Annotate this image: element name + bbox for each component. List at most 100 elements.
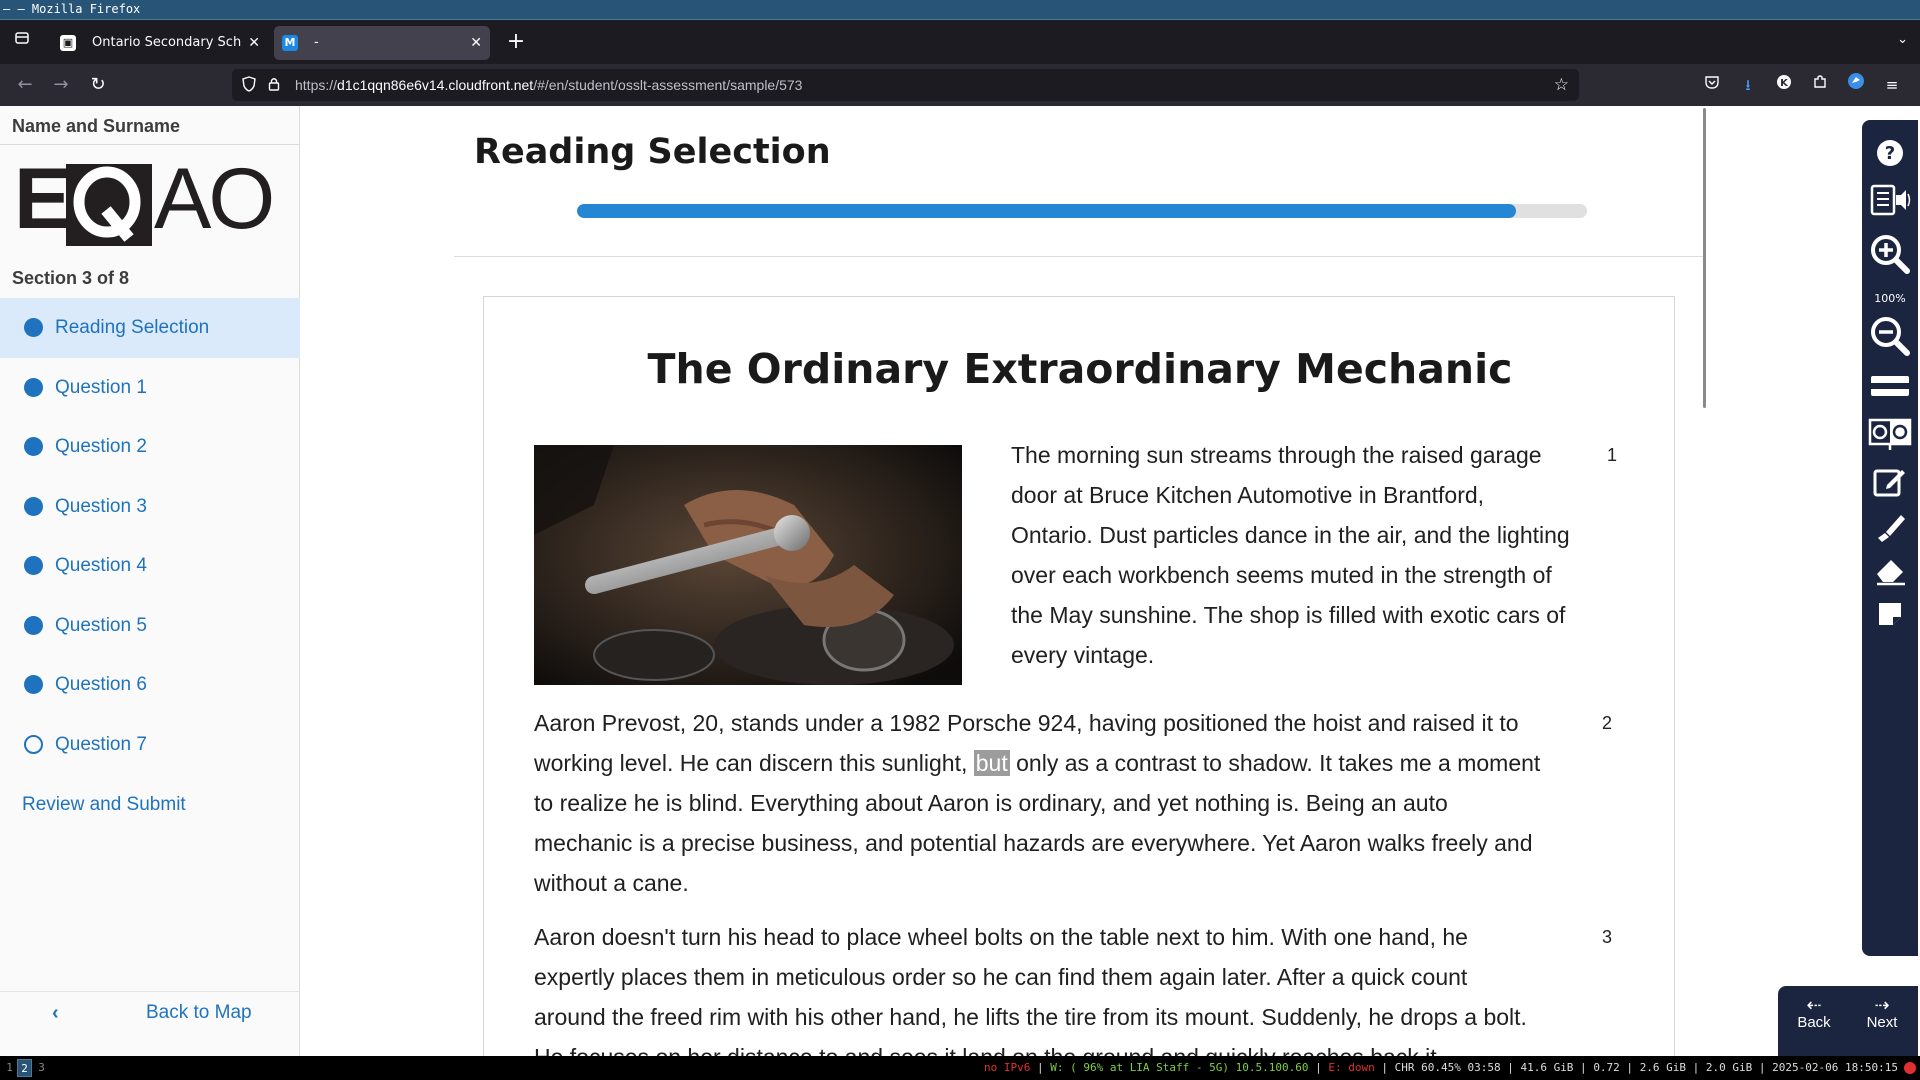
sidebar-item-label: Question 7 [55, 733, 147, 755]
firefox-view-icon[interactable] [8, 30, 36, 54]
sidebar-item-reading-selection[interactable]: Reading Selection [0, 298, 300, 358]
workspace-button[interactable]: 1 [2, 1059, 17, 1077]
bookmark-star-icon[interactable]: ☆ [1554, 75, 1569, 95]
back-button-label: Back [1797, 1014, 1831, 1031]
sidebar-item-question-3[interactable]: Question 3 [0, 477, 300, 537]
zoom-in-icon[interactable] [1862, 234, 1918, 274]
chevron-left-icon: ‹ [52, 1002, 59, 1024]
tab-title: - [314, 35, 319, 50]
progress-fill [577, 204, 1517, 218]
menu-hamburger-icon[interactable]: ≡ [1880, 72, 1904, 98]
tray-status-icon[interactable] [1904, 1062, 1916, 1074]
paragraph-1: The morning sun streams through the rais… [1011, 442, 1570, 668]
eqao-logo: E AO [14, 151, 284, 250]
battery-status: CHR 60.45% 03:58 [1394, 1061, 1501, 1074]
reload-icon[interactable]: ↻ [85, 73, 111, 97]
zoom-level: 100% [1874, 292, 1906, 305]
help-icon[interactable]: ? [1862, 138, 1918, 168]
window-title-bar: – – Mozilla Firefox [0, 0, 1920, 20]
completed-dot-icon [24, 556, 43, 575]
page-title: Reading Selection [474, 132, 831, 172]
sidebar-item-question-1[interactable]: Question 1 [0, 358, 300, 418]
accessibility-toolbar: ? 100% [1862, 120, 1918, 956]
line-reader-icon[interactable] [1862, 374, 1918, 398]
sticky-note-icon[interactable] [1862, 600, 1918, 628]
back-button[interactable]: ⇠ Back [1784, 996, 1844, 1031]
article-title: The Ordinary Extraordinary Mechanic [647, 345, 1513, 393]
completed-dot-icon [24, 615, 43, 635]
text-to-speech-icon[interactable] [1862, 182, 1918, 218]
paragraph-3: Aaron doesn't turn his head to place whe… [534, 924, 1527, 1070]
sidebar-item-label: Question 1 [55, 376, 147, 398]
notepad-icon[interactable] [1862, 466, 1918, 498]
zoom-out-icon[interactable] [1862, 316, 1918, 356]
section-nav-list: Reading Selection Question 1 Question 2 … [0, 298, 300, 774]
browser-tab-osslt[interactable]: ▣ Ontario Secondary School ✕ [52, 26, 268, 60]
clock: 2025-02-06 18:50:15 [1772, 1061, 1898, 1074]
extensions-icon[interactable] [1808, 72, 1832, 98]
svg-text:?: ? [1885, 143, 1895, 164]
tab-close-icon[interactable]: ✕ [248, 26, 260, 60]
sidebar-item-question-7[interactable]: Question 7 [0, 715, 300, 775]
tab-favicon-icon: ▣ [60, 35, 76, 51]
account-icon[interactable]: K [1772, 72, 1796, 98]
sidebar-divider [0, 991, 300, 992]
tracking-shield-icon[interactable] [242, 76, 256, 96]
reading-article: The Ordinary Extraordinary Mechanic The … [483, 296, 1675, 1076]
panel-divider [454, 256, 1706, 257]
question-navigation: ⇠ Back ⇢ Next [1778, 986, 1918, 1056]
sidebar-item-label: Question 5 [55, 614, 147, 636]
swap-status: 2.0 GiB [1705, 1061, 1753, 1074]
sidebar-item-question-4[interactable]: Question 4 [0, 536, 300, 596]
svg-text:E: E [14, 158, 69, 247]
incomplete-circle-icon [24, 734, 43, 754]
status-indicators: no IPv6 | W: ( 96% at LIA Staff - 5G) 10… [983, 1061, 1898, 1074]
lock-icon[interactable] [268, 76, 280, 96]
sidebar-divider [0, 144, 300, 145]
sidebar-item-label: Question 3 [55, 495, 147, 517]
next-button-label: Next [1866, 1014, 1898, 1031]
tab-favicon-icon: M [282, 35, 298, 51]
contrast-icon[interactable] [1862, 418, 1918, 452]
progress-bar [577, 204, 1587, 218]
new-tab-button[interactable]: + [503, 30, 529, 56]
reading-scrollbar[interactable] [1703, 108, 1706, 408]
next-button[interactable]: ⇢ Next [1852, 996, 1912, 1031]
sidebar-item-question-2[interactable]: Question 2 [0, 417, 300, 477]
arrow-left-icon: ⇠ [1806, 995, 1822, 1015]
arrow-right-icon: ⇢ [1874, 995, 1890, 1015]
back-arrow-icon[interactable]: ← [12, 73, 38, 97]
review-and-submit-link[interactable]: Review and Submit [22, 794, 186, 816]
browser-tab-active[interactable]: M - ✕ [274, 26, 490, 60]
pocket-icon[interactable] [1700, 72, 1724, 98]
tab-close-icon[interactable]: ✕ [470, 26, 482, 60]
ethernet-status: E: down [1328, 1061, 1375, 1074]
completed-dot-icon [24, 318, 43, 337]
back-to-map-button[interactable]: ‹ Back to Map [0, 1002, 300, 1042]
highlighter-icon[interactable] [1862, 512, 1918, 544]
completed-dot-icon [24, 496, 43, 516]
sidebar-item-label: Question 2 [55, 436, 147, 457]
back-to-map-label: Back to Map [146, 1002, 252, 1023]
highlighted-word[interactable]: but [973, 750, 1010, 776]
svg-text:K: K [1780, 78, 1789, 89]
sidebar-item-question-5[interactable]: Question 5 [0, 596, 300, 656]
downloads-icon[interactable]: ⭳ [1736, 72, 1760, 98]
paragraph-number: 1 [1607, 445, 1618, 465]
sidebar-item-question-6[interactable]: Question 6 [0, 655, 300, 715]
workspace-button[interactable]: 3 [34, 1059, 49, 1077]
student-name: Name and Surname [12, 116, 181, 136]
eraser-icon[interactable] [1862, 556, 1918, 586]
paragraph-2: Aaron Prevost, 20, stands under a 1982 P… [534, 710, 1541, 896]
tab-list-chevron-icon[interactable]: ⌄ [1897, 32, 1908, 47]
address-bar[interactable]: https://d1c1qqn86e6v14.cloudfront.net/#/… [232, 69, 1579, 101]
url-text[interactable]: https://d1c1qqn86e6v14.cloudfront.net/#/… [295, 69, 802, 101]
forward-arrow-icon[interactable]: → [48, 73, 74, 97]
reading-panel: Reading Selection The Ordinary Extraordi… [454, 106, 1706, 1076]
mechanic-hands-photo [534, 445, 962, 685]
extension-bird-icon[interactable] [1844, 72, 1868, 98]
paragraph-number: 2 [1602, 713, 1613, 733]
workspace-button-active[interactable]: 2 [17, 1059, 32, 1077]
tab-title: Ontario Secondary School [92, 35, 242, 50]
completed-dot-icon [24, 437, 43, 456]
